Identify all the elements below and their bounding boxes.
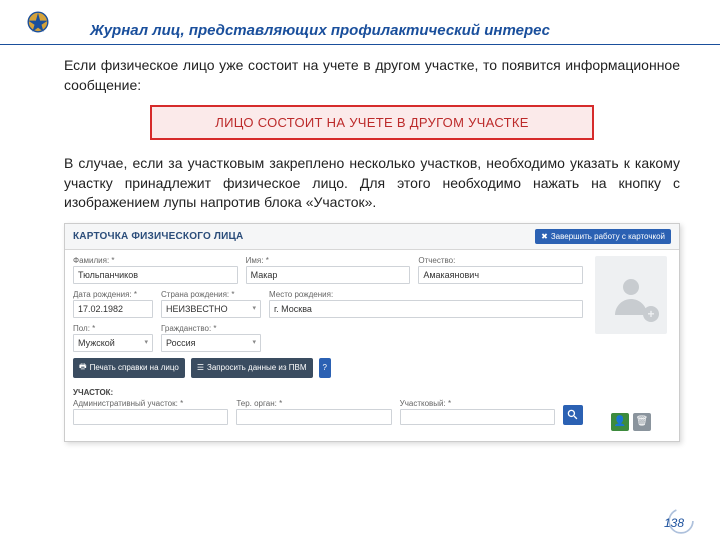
page-title: Журнал лиц, представляющих профилактичес…: [90, 22, 550, 39]
title-bar: Журнал лиц, представляющих профилактичес…: [0, 22, 720, 45]
add-photo-icon: +: [643, 306, 659, 322]
lookup-button[interactable]: [563, 405, 583, 425]
card-header: КАРТОЧКА ФИЗИЧЕСКОГО ЛИЦА Завершить рабо…: [65, 224, 679, 250]
close-card-button[interactable]: Завершить работу с карточкой: [535, 229, 671, 244]
intro-paragraph-2: В случае, если за участковым закреплено …: [64, 154, 680, 213]
user-plus-icon: 👤: [614, 416, 626, 427]
magnifier-icon: [567, 409, 578, 420]
dob-label: Дата рождения: *: [73, 290, 153, 299]
form-screenshot: КАРТОЧКА ФИЗИЧЕСКОГО ЛИЦА Завершить рабо…: [64, 223, 680, 442]
birthplace-input[interactable]: г. Москва: [269, 300, 583, 318]
print-label: Печать справки на лицо: [90, 363, 179, 372]
list-icon: ☰: [197, 363, 204, 372]
form-area: Фамилия: * Тюльпанчиков Имя: * Макар Отч…: [73, 256, 583, 431]
sex-label: Пол: *: [73, 324, 153, 333]
ter-input[interactable]: [236, 409, 391, 425]
close-card-label: Завершить работу с карточкой: [551, 232, 665, 241]
citizenship-label: Гражданство: *: [161, 324, 261, 333]
upload-photo-button[interactable]: 👤: [611, 413, 629, 431]
sex-select[interactable]: Мужской: [73, 334, 153, 352]
print-icon: 🖶: [79, 361, 87, 375]
avatar-area: + 👤 🗑: [591, 256, 671, 431]
ter-label: Тер. орган: *: [236, 399, 391, 408]
delete-photo-button[interactable]: 🗑: [633, 413, 651, 431]
section-label: УЧАСТОК:: [73, 388, 583, 397]
surname-input[interactable]: Тюльпанчиков: [73, 266, 238, 284]
page-number: 138: [664, 516, 684, 530]
card-title: КАРТОЧКА ФИЗИЧЕСКОГО ЛИЦА: [73, 231, 243, 242]
officer-input[interactable]: [400, 409, 555, 425]
patronymic-input[interactable]: Амакаянович: [418, 266, 583, 284]
fetch-label: Запросить данные из ПВМ: [207, 363, 307, 372]
close-icon: [541, 232, 548, 241]
content-area: Если физическое лицо уже состоит на учет…: [64, 56, 680, 442]
warning-alert: ЛИЦО СОСТОИТ НА УЧЕТЕ В ДРУГОМ УЧАСТКЕ: [150, 105, 594, 140]
info-icon: ?: [323, 363, 327, 372]
country-label: Страна рождения: *: [161, 290, 261, 299]
adm-label: Административный участок: *: [73, 399, 228, 408]
country-select[interactable]: НЕИЗВЕСТНО: [161, 300, 261, 318]
dob-input[interactable]: 17.02.1982: [73, 300, 153, 318]
birthplace-label: Место рождения:: [269, 290, 583, 299]
trash-icon: 🗑: [636, 416, 649, 427]
fetch-button[interactable]: ☰ Запросить данные из ПВМ: [191, 358, 313, 378]
name-input[interactable]: Макар: [246, 266, 411, 284]
adm-input[interactable]: [73, 409, 228, 425]
surname-label: Фамилия: *: [73, 256, 238, 265]
officer-label: Участковый: *: [400, 399, 555, 408]
citizenship-select[interactable]: Россия: [161, 334, 261, 352]
intro-paragraph-1: Если физическое лицо уже состоит на учет…: [64, 56, 680, 95]
print-button[interactable]: 🖶 Печать справки на лицо: [73, 358, 185, 378]
patronymic-label: Отчество:: [418, 256, 583, 265]
name-label: Имя: *: [246, 256, 411, 265]
avatar-placeholder: +: [595, 256, 667, 334]
info-button[interactable]: ?: [319, 358, 331, 378]
